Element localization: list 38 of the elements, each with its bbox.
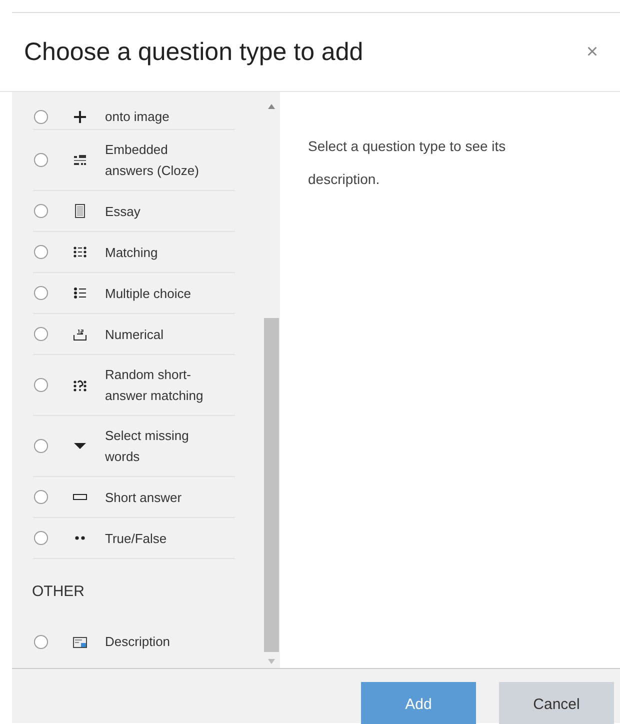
radio-button[interactable]: [34, 531, 48, 545]
question-type-label[interactable]: Embedded answers (Cloze): [105, 139, 215, 181]
dialog-title: Choose a question type to add: [24, 38, 364, 66]
scrollbar-thumb[interactable]: [264, 318, 279, 652]
question-type-label[interactable]: Short answer: [105, 486, 215, 508]
document-icon: [73, 204, 87, 218]
scroll-down-icon[interactable]: [268, 659, 275, 664]
radio-button[interactable]: [34, 245, 48, 259]
number-field-icon: [73, 327, 87, 341]
question-type-label[interactable]: Numerical: [105, 324, 215, 344]
list-icon: [73, 286, 87, 300]
cancel-button[interactable]: Cancel: [499, 682, 614, 724]
radio-button[interactable]: [34, 439, 48, 453]
question-type-label[interactable]: Description: [105, 631, 215, 652]
section-heading: OTHER: [32, 582, 86, 602]
description-text: Select a question type to see its description.: [308, 137, 507, 189]
question-type-label[interactable]: Matching: [105, 242, 215, 262]
radio-button[interactable]: [34, 110, 48, 124]
question-type-label[interactable]: Essay: [105, 200, 215, 222]
card-icon: [73, 634, 87, 648]
question-type-label[interactable]: Select missing words: [105, 425, 215, 467]
radio-button[interactable]: [34, 286, 48, 300]
radio-button[interactable]: [34, 153, 48, 167]
question-type-label[interactable]: onto image: [105, 106, 215, 127]
radio-button[interactable]: [34, 204, 48, 218]
crosshair-icon: [73, 110, 87, 124]
radio-button[interactable]: [34, 378, 48, 392]
question-type-label[interactable]: True/False: [105, 528, 215, 548]
question-type-label[interactable]: Multiple choice: [105, 282, 215, 304]
scroll-up-icon[interactable]: [268, 104, 275, 109]
radio-button[interactable]: [34, 634, 48, 648]
radio-button[interactable]: [34, 327, 48, 341]
question-type-label[interactable]: Random short-answer matching: [105, 364, 215, 406]
question-mark-icon: [73, 378, 87, 392]
close-button[interactable]: ×: [582, 40, 602, 64]
radio-button[interactable]: [34, 490, 48, 504]
blanks-icon: [73, 153, 87, 167]
dot-grid-icon: [73, 245, 87, 259]
